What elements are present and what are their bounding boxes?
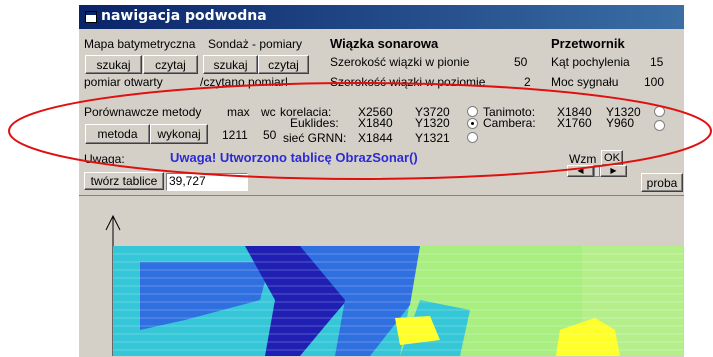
read-sounding-button[interactable]: czytaj xyxy=(258,55,309,74)
read-bathymetry-button[interactable]: czytaj xyxy=(143,55,198,74)
tilt-angle-value: 15 xyxy=(650,55,664,69)
euklides-y: Y1320 xyxy=(415,116,450,130)
beam-vertical-value: 50 xyxy=(514,55,528,69)
tilt-angle-label: Kąt pochylenia xyxy=(551,55,630,69)
execute-button[interactable]: wykonaj xyxy=(150,124,208,144)
arrow-left-icon: ◀ xyxy=(577,166,584,175)
cambera-y: Y960 xyxy=(606,116,635,130)
max-value: 1211 xyxy=(222,128,248,142)
beam-vertical-label: Szerokość wiązki w pionie xyxy=(330,55,470,69)
wzm-label: Wzm xyxy=(569,152,597,166)
beam-horizontal-label: Szerokość wiązki w poziomie xyxy=(330,75,486,89)
app-icon xyxy=(85,11,97,23)
sonar-canvas xyxy=(79,195,684,357)
search-sounding-button[interactable]: szukaj xyxy=(203,55,258,74)
scroll-left-button[interactable]: ◀ xyxy=(567,165,594,177)
euklides-x: X1840 xyxy=(358,116,393,130)
cambera-radio[interactable] xyxy=(654,120,665,131)
create-table-button[interactable]: twórz tablice xyxy=(84,172,164,190)
transducer-heading: Przetwornik xyxy=(551,36,625,51)
sonar-heading: Wiązka sonarowa xyxy=(330,36,439,51)
measure-open-status: pomiar otwarty xyxy=(84,75,163,89)
wc-label: wc xyxy=(261,105,276,119)
bathymetry-label: Mapa batymetryczna xyxy=(84,37,196,51)
timer-field: 39,727 xyxy=(166,173,248,191)
cambera-label: Cambera: xyxy=(483,116,536,130)
cambera-x: X1760 xyxy=(557,116,592,130)
grnn-radio[interactable] xyxy=(467,132,478,143)
proba-button[interactable]: proba xyxy=(641,173,683,192)
title-bar: nawigacja podwodna xyxy=(79,5,684,29)
methods-label: Porównawcze metody xyxy=(84,105,202,119)
scroll-right-button[interactable]: ▶ xyxy=(600,165,627,177)
search-bathymetry-button[interactable]: szukaj xyxy=(85,55,142,74)
sounding-label: Sondaż - pomiary xyxy=(208,37,303,51)
wc-value: 50 xyxy=(263,128,277,142)
ok-button[interactable]: OK xyxy=(601,150,623,166)
notice-label: Uwaga: xyxy=(84,152,125,166)
max-label: max xyxy=(227,105,250,119)
notice-message: Uwaga! Utworzono tablicę ObrazSonar() xyxy=(170,150,418,165)
grnn-y: Y1321 xyxy=(415,131,450,145)
korelacia-radio[interactable] xyxy=(467,106,478,117)
method-button[interactable]: metoda xyxy=(85,124,150,144)
window-title: nawigacja podwodna xyxy=(101,8,267,24)
measure-read-status: /czytano pomiar! xyxy=(200,75,289,89)
tanimoto-radio[interactable] xyxy=(654,106,665,117)
euklides-label: Euklides: xyxy=(290,116,339,130)
grnn-label: sieć GRNN: xyxy=(283,131,347,145)
beam-horizontal-value: 2 xyxy=(524,75,531,89)
arrow-right-icon: ▶ xyxy=(610,166,617,175)
euklides-radio[interactable] xyxy=(467,118,478,129)
signal-power-label: Moc sygnału xyxy=(551,75,619,89)
grnn-x: X1844 xyxy=(358,131,393,145)
signal-power-value: 100 xyxy=(644,75,665,89)
